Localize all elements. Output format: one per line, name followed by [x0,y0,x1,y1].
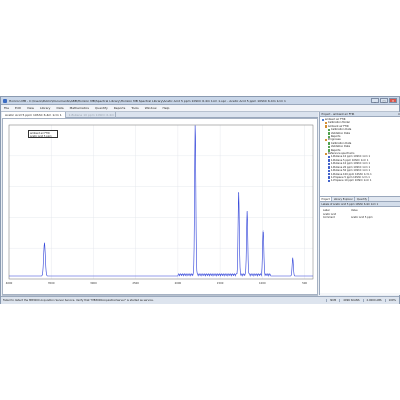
spectrum-file-icon [327,142,330,145]
plot-frame [8,124,314,280]
x-tick-label: 2500 [132,281,139,285]
legend-row-2: Acetic Acid 5 ppm [30,135,56,138]
menu-tools[interactable]: Tools [131,106,138,110]
menu-reports[interactable]: Reports [114,106,126,110]
minimize-button[interactable]: _ [371,98,379,103]
x-tick-label: 2000 [175,281,182,285]
title-bar[interactable]: Horizon MB - C:\Users\Public\Documents\A… [1,97,399,105]
application-window: Horizon MB - C:\Users\Public\Documents\A… [0,96,400,304]
right-panel: Project - ambient air FTIR ✕ ambient air… [319,112,400,295]
table-row[interactable]: Comment Acetic Acid 5 ppm [320,216,400,220]
chart-legend: ambient air FTIR Acetic Acid 5 ppm [28,130,58,138]
status-num: NUM [326,299,339,302]
legend-label-2: Acetic Acid 5 ppm [30,134,52,138]
maximize-button[interactable]: □ [380,98,388,103]
spectrum-file-icon [327,155,330,159]
column-value[interactable]: Value [351,209,358,213]
tab-project[interactable]: Project [320,197,333,201]
status-message: Failed to detect the MB3000 Acquisition … [3,299,154,302]
menu-window[interactable]: Window [145,106,157,110]
menu-help[interactable]: Help [163,106,170,110]
x-tick-label: 1000 [259,281,266,285]
status-zoom: 100% [384,299,399,302]
spectrum-file-icon [327,132,330,135]
tab-library-explorer[interactable]: Library Explorer [332,197,356,201]
project-tree[interactable]: ambient air FTIR Calibration Model Ambient… [320,117,400,197]
peak-point [238,193,240,194]
status-scans: 4096 SCANS [339,299,362,302]
x-tick-label: 1500 [217,281,224,285]
tree-item-label: 1-Propane 10 ppm 10ShC 1cm 1 [330,179,372,183]
peak-point [246,212,248,214]
window-title: Horizon MB - C:\Users\Public\Documents\A… [9,99,286,103]
folder-icon [324,152,327,155]
x-tick-label: 3500 [48,281,55,285]
spectrum-file-icon [327,169,330,172]
row-key: Comment [323,216,335,220]
app-logo-icon [3,98,7,103]
spectrum-file-icon [327,166,330,169]
menu-bar: File Edit View Library Data Mathematics … [1,105,399,112]
peak-point [292,257,294,259]
x-tick-label: 500 [302,281,307,285]
menu-file[interactable]: File [4,106,9,110]
menu-view[interactable]: View [27,106,34,110]
x-tick-label: 4000 [6,281,13,285]
menu-edit[interactable]: Edit [15,106,21,110]
labels-table: Label Value Acetic Acid Comment Acetic A… [320,207,400,293]
peak-point [194,125,196,127]
peak-point [44,242,45,244]
menu-data[interactable]: Data [56,106,63,110]
folder-icon [324,125,327,128]
spectrum-file-icon [327,179,330,183]
spectrum-file-icon [327,159,330,162]
menu-mathematics[interactable]: Mathematics [70,106,89,110]
x-tick-label: 3000 [90,281,97,285]
spectrum-file-icon [327,145,330,149]
close-button[interactable]: ✕ [389,98,397,103]
spectrum-line [9,125,313,277]
tree-item[interactable]: 1-Propane 10 ppm 10ShC 1cm 1 [320,179,400,182]
menu-quantify[interactable]: Quantify [95,106,108,110]
menu-library[interactable]: Library [40,106,51,110]
spectrum-file-icon [327,128,330,132]
project-panel-title: Project - ambient air FTIR [321,113,355,116]
spectrum-plot: 4000 3500 3000 2500 2000 1500 1000 500 [6,124,314,285]
tab-quantify[interactable]: Quantify [355,197,370,201]
row-value: Acetic Acid 5 ppm [351,216,373,220]
status-abs: 2.0000 ABS [362,299,385,302]
status-bar: Failed to detect the MB3000 Acquisition … [1,296,399,304]
peak-point [262,230,264,232]
window-controls: _ □ ✕ [371,98,397,103]
spectrum-file-icon [327,176,330,179]
folder-icon [324,121,327,125]
spectrum-chart[interactable]: 4000 3500 3000 2500 2000 1500 1000 500 ambient … [2,118,318,295]
folder-icon [321,118,324,121]
